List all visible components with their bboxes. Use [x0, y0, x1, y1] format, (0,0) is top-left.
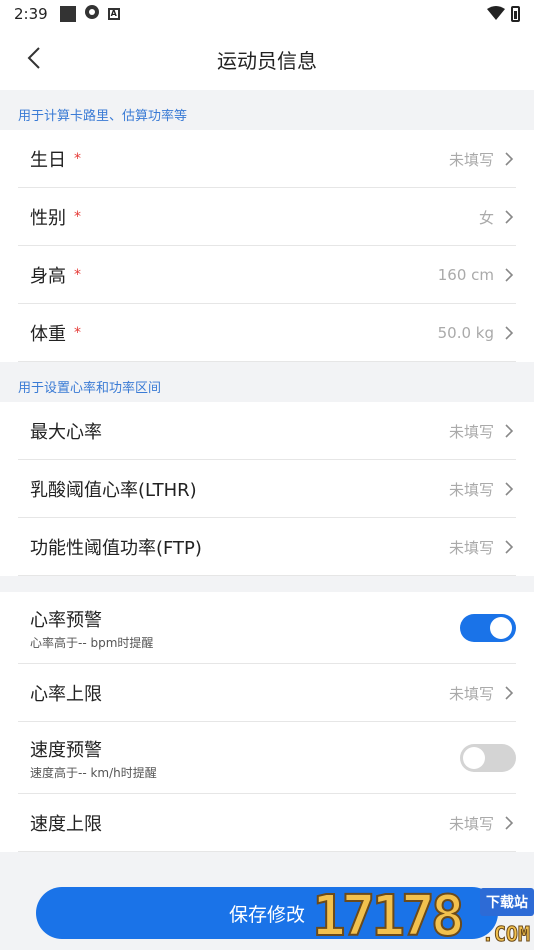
chevron-right-icon [504, 325, 516, 341]
hr-alert-toggle[interactable] [460, 614, 516, 642]
row-label: 乳酸阈值心率(LTHR) [30, 480, 197, 501]
watermark-number: 17178 [311, 884, 466, 949]
row-hr-alert: 心率预警 心率高于-- bpm时提醒 [0, 592, 534, 664]
section-zones: 最大心率 未填写 乳酸阈值心率(LTHR) 未填写 功能性阈值功率(FTP) 未… [0, 402, 534, 576]
speed-alert-toggle[interactable] [460, 744, 516, 772]
required-mark: * [74, 325, 81, 341]
section-alerts: 心率预警 心率高于-- bpm时提醒 心率上限 未填写 速度预警 速度高于-- … [0, 592, 534, 852]
row-value: 未填写 [448, 480, 494, 499]
row-label: 速度上限 [30, 814, 102, 835]
section-basic-info: 生日 * 未填写 性别 * 女 身高 * 160 cm 体重 * 50.0 kg [0, 130, 534, 362]
watermark-tag: 下载站 [480, 888, 534, 916]
row-subtitle: 心率高于-- bpm时提醒 [30, 635, 154, 650]
row-value: 未填写 [448, 814, 494, 833]
row-label: 心率预警 [30, 609, 102, 631]
notification-square-icon [59, 6, 76, 22]
back-arrow-icon [27, 47, 40, 69]
a-notification-icon: A [107, 8, 120, 20]
row-max-hr[interactable]: 最大心率 未填写 [0, 402, 534, 460]
wifi-icon [487, 5, 505, 24]
row-ftp[interactable]: 功能性阈值功率(FTP) 未填写 [0, 518, 534, 576]
watermark-logo: 17178 下载站 .COM [311, 884, 534, 950]
row-hr-limit[interactable]: 心率上限 未填写 [0, 664, 534, 722]
status-time: 2:39 [14, 5, 48, 23]
row-value: 未填写 [448, 422, 494, 441]
chevron-right-icon [504, 267, 516, 283]
row-speed-alert: 速度预警 速度高于-- km/h时提醒 [0, 722, 534, 794]
row-gender[interactable]: 性别 * 女 [0, 188, 534, 246]
section-caption-zones: 用于设置心率和功率区间 [18, 380, 162, 396]
chevron-right-icon [504, 481, 516, 497]
chevron-right-icon [504, 423, 516, 439]
chevron-right-icon [504, 209, 516, 225]
row-label: 心率上限 [30, 684, 102, 705]
row-label: 速度预警 [30, 739, 102, 761]
row-value: 未填写 [448, 150, 494, 169]
row-value: 女 [478, 208, 494, 227]
settings-notification-icon [84, 4, 100, 24]
row-subtitle: 速度高于-- km/h时提醒 [30, 765, 157, 780]
chevron-right-icon [504, 151, 516, 167]
row-label: 性别 [30, 208, 66, 229]
back-button[interactable] [18, 42, 50, 74]
row-speed-limit[interactable]: 速度上限 未填写 [0, 794, 534, 852]
required-mark: * [74, 151, 81, 167]
nav-bar: 运动员信息 [0, 28, 534, 90]
row-label: 身高 [30, 266, 66, 287]
required-mark: * [74, 267, 81, 283]
row-value: 50.0 kg [437, 324, 494, 342]
battery-icon [511, 6, 520, 22]
row-label: 体重 [30, 324, 66, 345]
row-lthr[interactable]: 乳酸阈值心率(LTHR) 未填写 [0, 460, 534, 518]
row-value: 160 cm [437, 266, 494, 284]
row-birthday[interactable]: 生日 * 未填写 [0, 130, 534, 188]
required-mark: * [74, 209, 81, 225]
watermark-domain: .COM [481, 922, 530, 947]
row-weight[interactable]: 体重 * 50.0 kg [0, 304, 534, 362]
page-title: 运动员信息 [217, 48, 317, 73]
chevron-right-icon [504, 815, 516, 831]
row-label: 功能性阈值功率(FTP) [30, 538, 202, 559]
row-label: 生日 [30, 150, 66, 171]
section-caption-calories: 用于计算卡路里、估算功率等 [18, 108, 188, 124]
toggle-knob [463, 747, 485, 769]
chevron-right-icon [504, 539, 516, 555]
status-bar: 2:39 A [0, 0, 534, 28]
toggle-knob [490, 617, 512, 639]
chevron-right-icon [504, 685, 516, 701]
row-label: 最大心率 [30, 422, 102, 443]
row-value: 未填写 [448, 684, 494, 703]
row-value: 未填写 [448, 538, 494, 557]
row-height[interactable]: 身高 * 160 cm [0, 246, 534, 304]
